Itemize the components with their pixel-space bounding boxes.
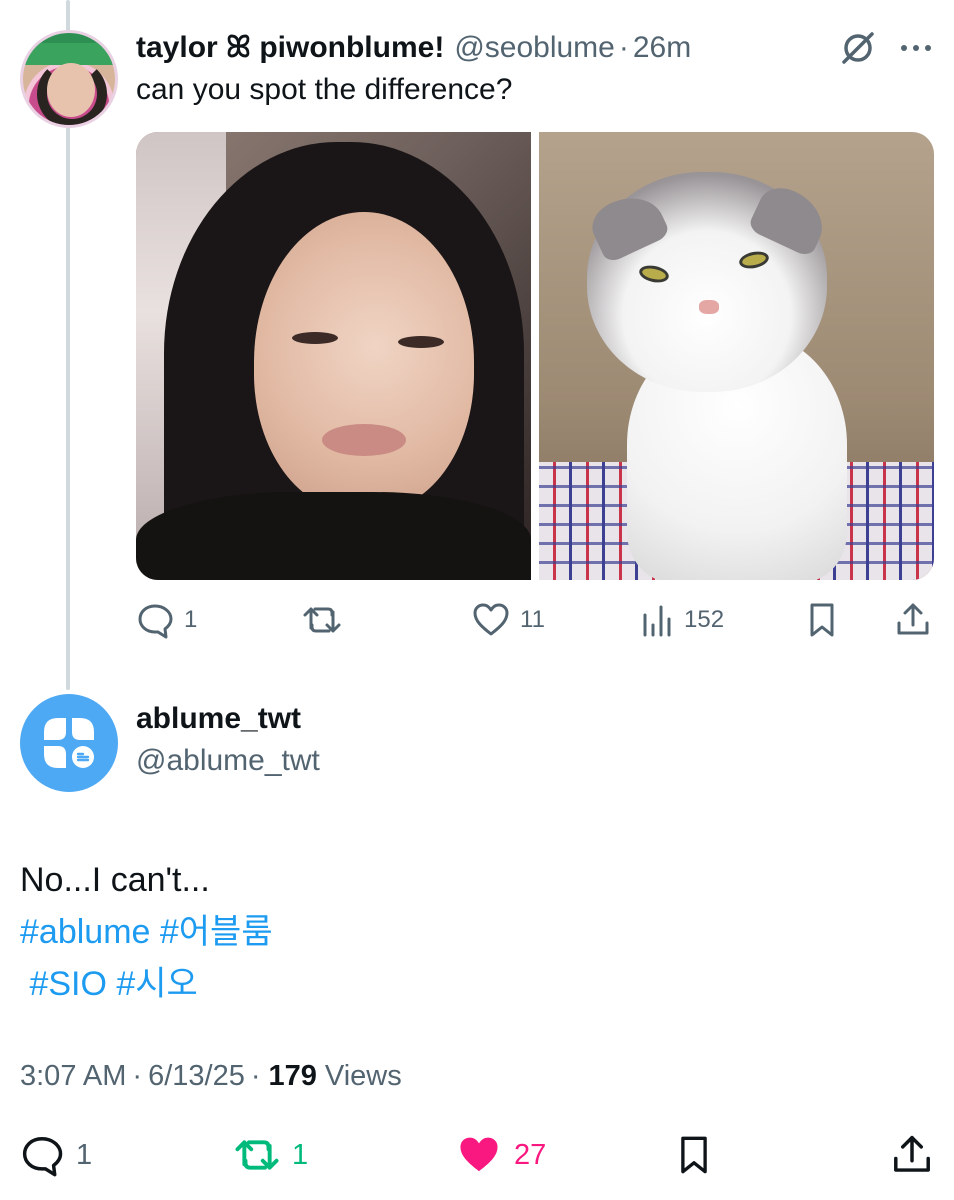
main-like-button[interactable]: 27 [456, 1130, 546, 1180]
parent-views-button[interactable]: 152 [640, 598, 724, 642]
hashtags-line-2[interactable]: #SIO #시오 [20, 958, 273, 1010]
main-reply-button[interactable]: 1 [20, 1130, 92, 1180]
avatar-face [47, 63, 95, 117]
parent-reply-count: 1 [184, 606, 198, 633]
main-like-count: 27 [514, 1138, 547, 1171]
main-views-label: Views [324, 1060, 402, 1092]
main-action-bar: 1 1 27 [0, 1130, 954, 1180]
parent-handle[interactable]: @seoblume [454, 31, 615, 65]
meta-separator-1: · [132, 1060, 143, 1092]
avatar-ablume[interactable] [20, 694, 118, 792]
parent-like-count: 11 [520, 606, 545, 633]
share-icon [897, 603, 929, 635]
main-tweet-meta: 3:07 AM · 6/13/25 · 179 Views [20, 1060, 402, 1093]
main-bookmark-button[interactable] [674, 1130, 714, 1180]
photo-eye-right [398, 336, 444, 348]
photo-face [254, 212, 474, 512]
photo-woman[interactable] [136, 132, 531, 580]
main-views-count[interactable]: 179 [269, 1060, 317, 1093]
main-retweet-button[interactable]: 1 [234, 1130, 308, 1180]
parent-share-button[interactable] [894, 598, 932, 642]
retweet-icon [303, 607, 341, 633]
like-icon [460, 1137, 498, 1172]
parent-tweet-text: can you spot the difference? [136, 73, 513, 106]
retweet-icon [235, 1140, 279, 1170]
photo-cat[interactable] [539, 132, 934, 580]
photo-shirt [136, 492, 531, 580]
parent-action-bar: 1 11 152 [136, 598, 934, 642]
main-date[interactable]: 6/13/25 [148, 1060, 245, 1093]
main-tweet-text: No...I can't... #ablume #어블룸 #SIO #시오 [20, 854, 273, 1010]
parent-display-name[interactable]: taylor ꕤ piwonblume! [136, 31, 444, 65]
parent-reply-button[interactable]: 1 [136, 598, 197, 642]
main-display-name[interactable]: ablume_twt [136, 702, 301, 736]
hashtags-line-1[interactable]: #ablume #어블룸 [20, 906, 273, 958]
parent-bookmark-button[interactable] [804, 598, 840, 642]
parent-media-grid [136, 132, 934, 580]
grok-icon[interactable] [838, 28, 878, 68]
ablume-logo-icon [44, 718, 94, 768]
bookmark-icon [810, 603, 834, 637]
main-share-button[interactable] [890, 1130, 934, 1180]
main-reply-count: 1 [76, 1138, 93, 1171]
photo-cat-nose [699, 300, 719, 314]
avatar-seoblume[interactable] [20, 30, 118, 128]
parent-time[interactable]: 26m [633, 31, 691, 65]
parent-views-count: 152 [684, 606, 725, 633]
bookmark-icon [681, 1136, 707, 1174]
main-retweet-count: 1 [292, 1138, 309, 1171]
parent-tweet-header: taylor ꕤ piwonblume! @seoblume · 26m [136, 28, 691, 68]
main-text-line: No...I can't... [20, 861, 210, 899]
photo-eye-left [292, 332, 338, 344]
share-icon [894, 1135, 930, 1172]
reply-icon [22, 1137, 63, 1177]
like-icon [473, 603, 509, 636]
meta-separator-2: · [250, 1060, 261, 1092]
photo-lips [322, 424, 406, 456]
parent-retweet-button[interactable] [302, 598, 352, 642]
reply-icon [138, 604, 173, 639]
more-icon[interactable] [896, 36, 936, 60]
parent-like-button[interactable]: 11 [472, 598, 545, 642]
views-icon [643, 605, 671, 637]
parent-separator: · [618, 31, 629, 64]
main-handle[interactable]: @ablume_twt [136, 744, 320, 778]
main-time[interactable]: 3:07 AM [20, 1060, 126, 1093]
